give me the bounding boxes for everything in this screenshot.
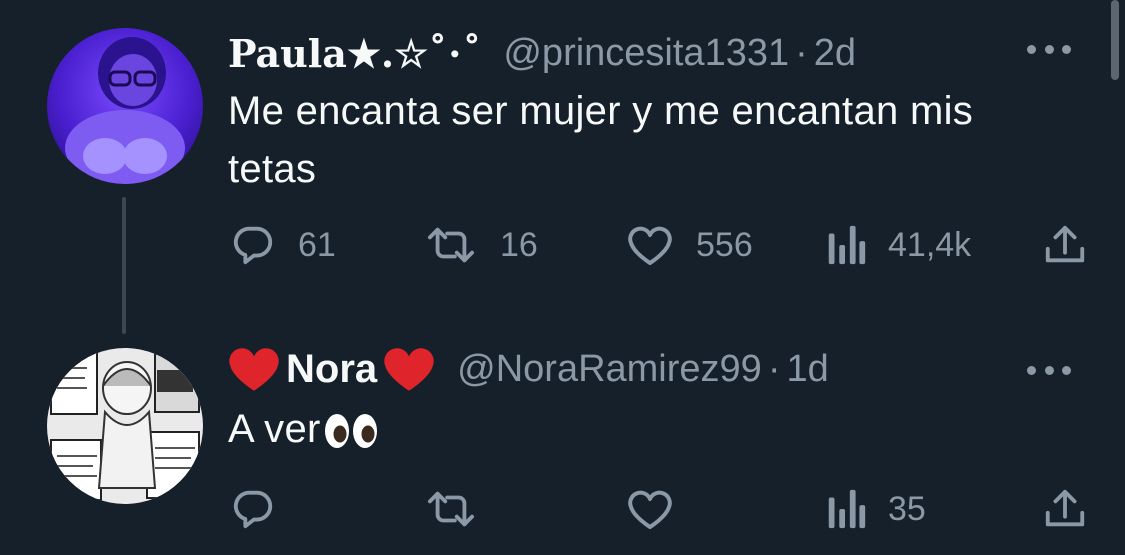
reply-button[interactable]: [230, 484, 298, 534]
share-icon: [1045, 225, 1085, 263]
separator-dot: ·: [795, 31, 808, 74]
heart-icon: [628, 490, 672, 529]
like-button[interactable]: 556: [626, 220, 753, 270]
separator-dot: ·: [767, 347, 781, 390]
views-count: 35: [888, 489, 926, 528]
display-name[interactable]: Paula★.☆˚⋅˚: [228, 31, 481, 76]
views-button[interactable]: 41,4k: [826, 220, 971, 270]
more-icon[interactable]: [1027, 364, 1071, 376]
retweet-count: 16: [500, 225, 538, 264]
tweet-actions: 61 16 556 41,4k: [230, 220, 1090, 270]
share-icon: [1045, 489, 1085, 527]
reply-icon: [233, 490, 273, 529]
retweet-icon: [428, 227, 475, 263]
avatar[interactable]: [47, 348, 203, 504]
avatar[interactable]: [47, 28, 203, 184]
heart-icon: [628, 226, 672, 265]
username-handle[interactable]: @princesita1331: [503, 32, 789, 75]
tweet-1[interactable]: Paula★.☆˚⋅˚ @princesita1331 · 2d Me enca…: [0, 0, 1125, 334]
reply-count: 61: [298, 225, 336, 264]
retweet-button[interactable]: [424, 484, 500, 534]
tweet-text: Me encanta ser mujer y me encantan mis t…: [228, 82, 1088, 198]
share-button[interactable]: [1042, 484, 1088, 534]
red-heart-emoji-icon: [384, 348, 434, 391]
tweet-text: A ver: [228, 400, 1088, 458]
tweet-2[interactable]: Nora @NoraRamirez99 · 1d A ver 35: [0, 334, 1125, 555]
eyes-emoji-icon: [324, 414, 377, 449]
tweet-header: Paula★.☆˚⋅˚ @princesita1331 · 2d: [228, 28, 856, 78]
timeline: Paula★.☆˚⋅˚ @princesita1331 · 2d Me enca…: [0, 0, 1125, 555]
tweet-text-line-1: Me encanta ser mujer y me encantan mis: [228, 89, 974, 133]
tweet-text-content: A ver: [228, 407, 321, 451]
username-handle[interactable]: @NoraRamirez99: [457, 348, 762, 391]
timestamp[interactable]: 1d: [786, 348, 828, 391]
red-heart-emoji-icon: [229, 348, 279, 391]
views-count: 41,4k: [888, 225, 972, 264]
tweet-header: Nora @NoraRamirez99 · 1d: [228, 344, 829, 394]
views-button[interactable]: 35: [826, 484, 926, 534]
share-button[interactable]: [1042, 220, 1088, 270]
tweet-text-line-2: tetas: [228, 147, 317, 191]
reply-icon: [233, 226, 273, 265]
views-icon: [828, 225, 866, 265]
retweet-icon: [428, 491, 475, 527]
more-icon[interactable]: [1027, 43, 1071, 55]
like-button[interactable]: [626, 484, 696, 534]
tweet-actions: 35: [230, 484, 1090, 534]
timestamp[interactable]: 2d: [814, 32, 856, 75]
retweet-button[interactable]: 16: [424, 220, 538, 270]
reply-button[interactable]: 61: [230, 220, 336, 270]
display-name[interactable]: Nora: [286, 347, 377, 392]
like-count: 556: [696, 225, 753, 264]
views-icon: [828, 489, 866, 529]
